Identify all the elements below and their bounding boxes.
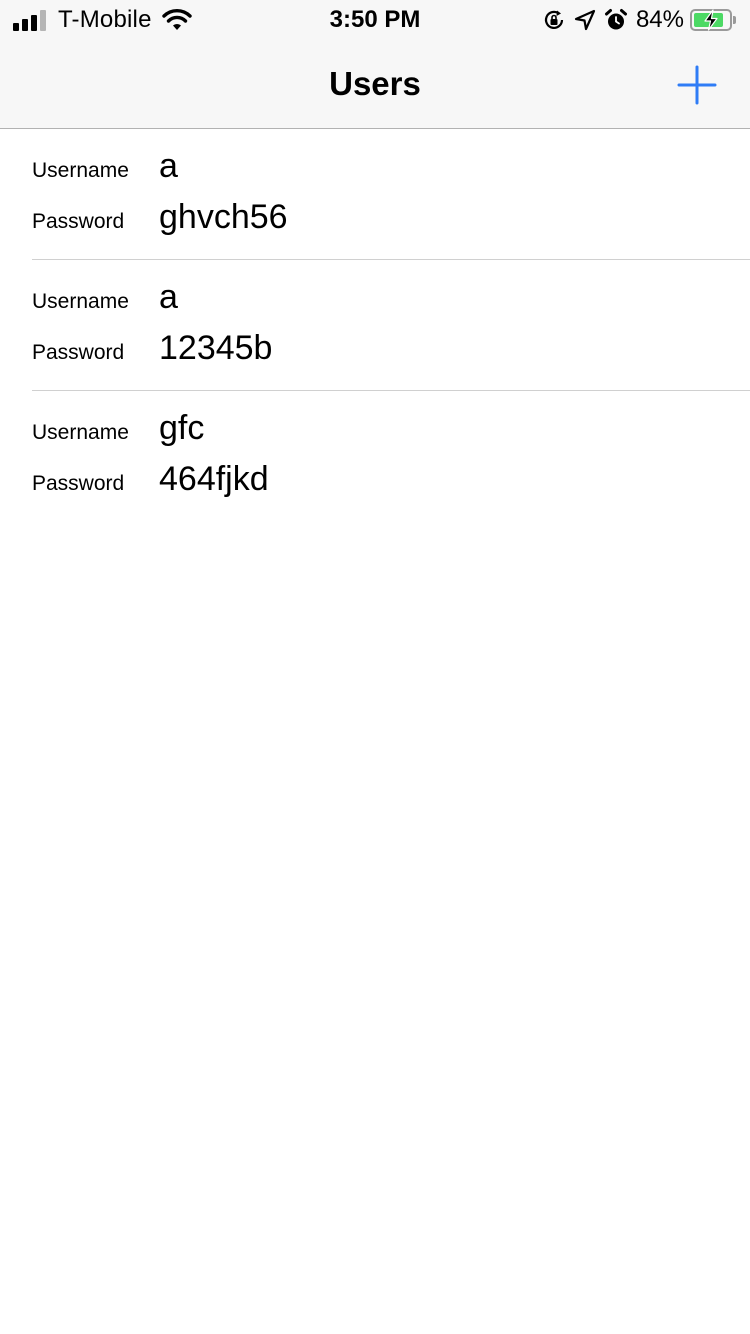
plus-icon bbox=[677, 65, 717, 105]
password-field: Password 12345b bbox=[32, 329, 272, 368]
page-title: Users bbox=[329, 65, 421, 102]
status-bar: T-Mobile 3:50 PM 84% bbox=[0, 0, 750, 40]
username-value: gfc bbox=[159, 409, 205, 447]
password-label: Password bbox=[32, 472, 125, 495]
username-value: a bbox=[159, 147, 178, 185]
list-item[interactable]: Username a Password 12345b bbox=[32, 260, 750, 391]
add-user-button[interactable] bbox=[674, 62, 720, 108]
users-list: Username a Password ghvch56 Username a P… bbox=[0, 129, 750, 522]
status-right: 84% bbox=[542, 6, 736, 34]
list-item[interactable]: Username gfc Password 464fjkd bbox=[32, 391, 750, 522]
password-value: 12345b bbox=[159, 329, 273, 367]
password-field: Password 464fjkd bbox=[32, 460, 269, 499]
username-field: Username a bbox=[32, 147, 178, 186]
username-label: Username bbox=[32, 290, 129, 313]
password-label: Password bbox=[32, 341, 125, 364]
password-value: ghvch56 bbox=[159, 198, 288, 236]
alarm-icon bbox=[604, 9, 627, 30]
password-label: Password bbox=[32, 210, 125, 233]
orientation-lock-icon bbox=[544, 10, 564, 29]
username-field: Username a bbox=[32, 278, 178, 317]
username-value: a bbox=[159, 278, 178, 316]
battery-percent: 84% bbox=[635, 6, 684, 33]
battery-charging-icon bbox=[690, 9, 732, 31]
username-label: Username bbox=[32, 421, 129, 444]
nav-bar: Users bbox=[0, 40, 750, 129]
location-arrow-icon bbox=[574, 9, 596, 31]
username-label: Username bbox=[32, 159, 129, 182]
password-field: Password ghvch56 bbox=[32, 198, 288, 237]
password-value: 464fjkd bbox=[159, 460, 269, 498]
list-item[interactable]: Username a Password ghvch56 bbox=[32, 129, 750, 260]
username-field: Username gfc bbox=[32, 409, 204, 448]
